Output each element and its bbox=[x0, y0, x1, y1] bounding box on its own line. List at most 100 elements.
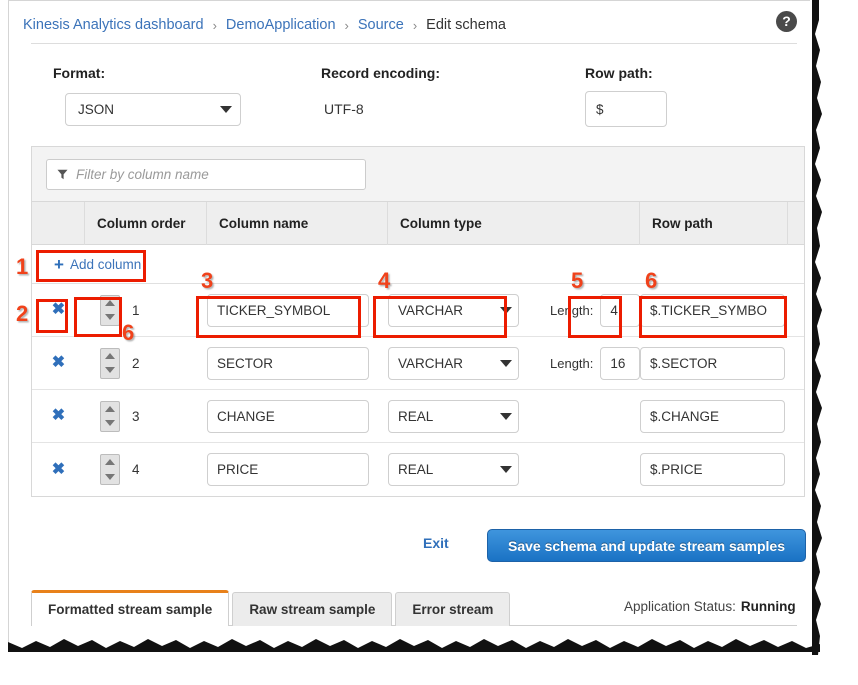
table-row: ✖ 4 PRICE REAL bbox=[32, 443, 804, 496]
column-name-input[interactable]: TICKER_SYMBOL bbox=[207, 294, 369, 327]
order-value: 3 bbox=[132, 409, 140, 424]
column-type-select[interactable]: REAL bbox=[388, 453, 519, 486]
filter-placeholder: Filter by column name bbox=[76, 167, 209, 182]
cell-column-type: VARCHAR bbox=[388, 294, 550, 327]
cell-row-path: $.TICKER_SYMBO bbox=[640, 294, 804, 327]
table-row: ✖ 1 TICKER_SYMBOL VARCHAR bbox=[32, 284, 804, 337]
exit-button[interactable]: Exit bbox=[423, 535, 449, 551]
cell-row-path: $.SECTOR bbox=[640, 347, 804, 380]
breadcrumb-separator: › bbox=[213, 18, 217, 33]
tab-formatted-stream-sample[interactable]: Formatted stream sample bbox=[31, 590, 229, 626]
order-stepper[interactable] bbox=[100, 454, 120, 485]
chevron-down-icon bbox=[500, 466, 512, 473]
cell-row-path: $.CHANGE bbox=[640, 400, 804, 433]
breadcrumb-item-edit-schema: Edit schema bbox=[426, 17, 506, 33]
header-divider bbox=[31, 43, 797, 44]
caret-up-icon[interactable] bbox=[105, 406, 115, 412]
table-row: ✖ 3 CHANGE REAL bbox=[32, 390, 804, 443]
order-stepper[interactable] bbox=[100, 401, 120, 432]
column-name-input[interactable]: SECTOR bbox=[207, 347, 369, 380]
column-name-value: PRICE bbox=[217, 462, 258, 477]
chevron-down-icon bbox=[500, 360, 512, 367]
close-x-icon[interactable]: ✖ bbox=[52, 408, 65, 424]
filter-bar: Filter by column name bbox=[32, 147, 804, 202]
close-x-icon[interactable]: ✖ bbox=[52, 355, 65, 371]
column-type-select[interactable]: REAL bbox=[388, 400, 519, 433]
column-name-input[interactable]: PRICE bbox=[207, 453, 369, 486]
tab-bar: Formatted stream sample Raw stream sampl… bbox=[31, 590, 513, 626]
add-column-button[interactable]: + Add column bbox=[54, 256, 141, 273]
order-value: 2 bbox=[132, 356, 140, 371]
cell-delete: ✖ bbox=[32, 302, 85, 318]
row-path-label: Row path: bbox=[585, 65, 653, 81]
row-path-cell-input[interactable]: $.CHANGE bbox=[640, 400, 785, 433]
cell-delete: ✖ bbox=[32, 355, 85, 371]
breadcrumb-item-application[interactable]: DemoApplication bbox=[226, 17, 336, 33]
header-column-order: Column order bbox=[85, 202, 207, 245]
column-type-value: VARCHAR bbox=[398, 356, 463, 371]
caret-up-icon[interactable] bbox=[105, 353, 115, 359]
row-path-cell-input[interactable]: $.PRICE bbox=[640, 453, 785, 486]
row-path-cell-value: $.PRICE bbox=[650, 462, 703, 477]
chevron-down-icon bbox=[500, 307, 512, 314]
column-name-input[interactable]: CHANGE bbox=[207, 400, 369, 433]
cell-column-type: REAL bbox=[388, 400, 550, 433]
cell-length: Length: 4 bbox=[550, 294, 640, 327]
tab-raw-stream-sample[interactable]: Raw stream sample bbox=[232, 592, 392, 626]
close-x-icon[interactable]: ✖ bbox=[52, 302, 65, 318]
cell-order: 1 bbox=[85, 295, 207, 326]
cell-delete: ✖ bbox=[32, 408, 85, 424]
cell-column-type: VARCHAR bbox=[388, 347, 550, 380]
column-type-value: REAL bbox=[398, 409, 433, 424]
caret-down-icon[interactable] bbox=[105, 367, 115, 373]
caret-up-icon[interactable] bbox=[105, 300, 115, 306]
length-value: 4 bbox=[610, 303, 618, 318]
column-type-value: REAL bbox=[398, 462, 433, 477]
cell-column-name: TICKER_SYMBOL bbox=[207, 294, 388, 327]
save-schema-button[interactable]: Save schema and update stream samples bbox=[487, 529, 806, 562]
column-name-value: TICKER_SYMBOL bbox=[217, 303, 330, 318]
order-stepper[interactable] bbox=[100, 348, 120, 379]
caret-down-icon[interactable] bbox=[105, 474, 115, 480]
tab-error-stream[interactable]: Error stream bbox=[395, 592, 510, 626]
cell-column-name: SECTOR bbox=[207, 347, 388, 380]
edit-schema-panel: Kinesis Analytics dashboard › DemoApplic… bbox=[8, 0, 810, 645]
order-value: 1 bbox=[132, 303, 140, 318]
breadcrumb-item-source[interactable]: Source bbox=[358, 17, 404, 33]
schema-table: Filter by column name Column order Colum… bbox=[31, 146, 805, 497]
row-path-input[interactable]: $ bbox=[585, 91, 667, 127]
row-path-cell-value: $.SECTOR bbox=[650, 356, 717, 371]
column-type-select[interactable]: VARCHAR bbox=[388, 347, 519, 380]
filter-input[interactable]: Filter by column name bbox=[46, 159, 366, 190]
cell-order: 3 bbox=[85, 401, 207, 432]
row-path-cell-value: $.CHANGE bbox=[650, 409, 719, 424]
application-status: Application Status:Running bbox=[624, 599, 796, 614]
header-column-name: Column name bbox=[207, 202, 388, 245]
row-path-cell-input[interactable]: $.TICKER_SYMBO bbox=[640, 294, 785, 327]
application-status-value: Running bbox=[741, 599, 796, 614]
format-label: Format: bbox=[53, 65, 105, 81]
record-encoding-label: Record encoding: bbox=[321, 65, 440, 81]
close-x-icon[interactable]: ✖ bbox=[52, 462, 65, 478]
header-spacer bbox=[788, 202, 804, 245]
length-input[interactable]: 4 bbox=[600, 294, 640, 327]
order-value: 4 bbox=[132, 462, 140, 477]
add-column-label: Add column bbox=[70, 257, 141, 272]
format-select[interactable]: JSON bbox=[65, 93, 241, 126]
cell-order: 4 bbox=[85, 454, 207, 485]
funnel-icon bbox=[57, 169, 68, 180]
column-type-select[interactable]: VARCHAR bbox=[388, 294, 519, 327]
breadcrumb-separator: › bbox=[413, 18, 417, 33]
header-row-path: Row path bbox=[640, 202, 788, 245]
cell-row-path: $.PRICE bbox=[640, 453, 804, 486]
row-path-cell-input[interactable]: $.SECTOR bbox=[640, 347, 785, 380]
help-icon[interactable]: ? bbox=[776, 11, 797, 32]
order-stepper[interactable] bbox=[100, 295, 120, 326]
length-value: 16 bbox=[610, 356, 625, 371]
caret-up-icon[interactable] bbox=[105, 459, 115, 465]
caret-down-icon[interactable] bbox=[105, 314, 115, 320]
breadcrumb-item-dashboard[interactable]: Kinesis Analytics dashboard bbox=[23, 17, 204, 33]
column-name-value: CHANGE bbox=[217, 409, 275, 424]
caret-down-icon[interactable] bbox=[105, 420, 115, 426]
length-input[interactable]: 16 bbox=[600, 347, 640, 380]
